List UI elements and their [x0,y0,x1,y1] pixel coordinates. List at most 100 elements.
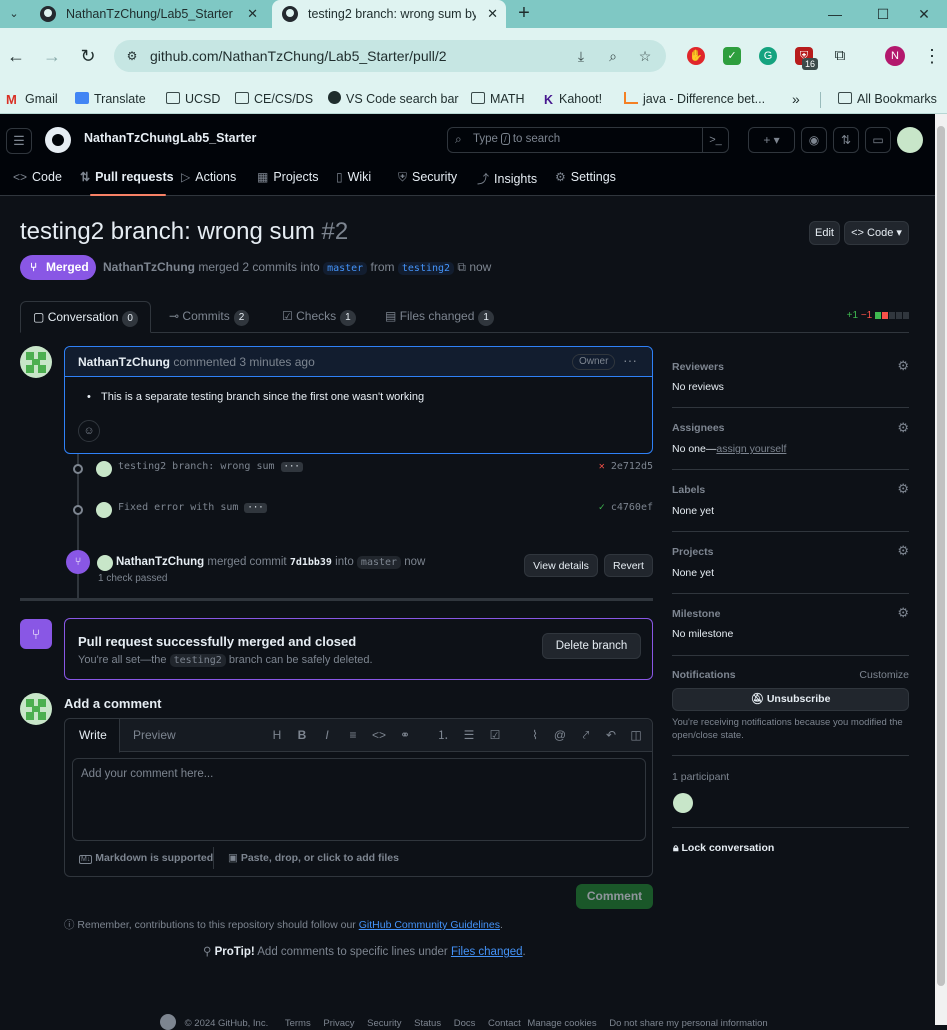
tab-files-changed[interactable]: ▤ Files changed 1 [385,301,494,333]
comment-author[interactable]: NathanTzChung [78,355,170,369]
gear-icon[interactable]: ⚙ [897,605,909,621]
close-icon[interactable]: ✕ [487,0,498,28]
delete-branch-button[interactable]: Delete branch [542,633,641,659]
grammarly-extension-icon[interactable]: G [759,47,777,65]
lock-conversation-link[interactable]: 🔒︎ Lock conversation [673,842,774,855]
customize-link[interactable]: Customize [859,669,909,681]
cross-reference-icon[interactable]: ⤤ [578,727,594,743]
slash-commands-icon[interactable]: ◫ [628,727,644,743]
repo-link[interactable]: Lab5_Starter [180,131,256,145]
tab-commits[interactable]: ⊸ Commits 2 [169,301,250,333]
author-link[interactable]: NathanTzChung [103,260,195,274]
avatar[interactable] [20,693,52,725]
fail-x-icon[interactable]: ✕ [599,461,605,472]
expand-ellipsis-icon[interactable]: ··· [244,503,267,513]
sidebar-heading[interactable]: Milestone [672,608,720,620]
quote-icon[interactable]: ≡ [345,727,361,743]
edit-button[interactable]: Edit [809,221,840,245]
footer-link[interactable]: Privacy [323,1018,354,1029]
footer-link[interactable]: Security [367,1018,401,1029]
gear-icon[interactable]: ⚙ [897,358,909,374]
italic-icon[interactable]: I [319,727,335,743]
window-close-icon[interactable]: ✕ [901,0,947,28]
unordered-list-icon[interactable]: ☰ [461,727,477,743]
tab-settings[interactable]: ⚙ Settings [555,170,616,184]
avatar[interactable] [96,461,112,477]
commit-message[interactable]: testing2 branch: wrong sum [118,461,275,472]
tab-security[interactable]: ⛨ Security [398,170,457,185]
tab-insights[interactable]: ⤴ Insights [477,170,537,187]
tab-checks[interactable]: ☑ Checks 1 [282,301,356,333]
tab-write[interactable]: Write [65,719,120,753]
smiley-icon[interactable]: ☺ [78,420,100,442]
footer-link[interactable]: Docs [454,1018,476,1029]
url-text[interactable]: github.com/NathanTzChung/Lab5_Starter/pu… [150,40,447,72]
issues-icon[interactable]: ◉ [801,127,827,153]
browser-menu-icon[interactable]: ⋮ [920,44,944,68]
checks-status[interactable]: 1 check passed [98,573,168,584]
check-icon[interactable]: ✓ [599,502,605,513]
browser-tab-repo[interactable]: NathanTzChung/Lab5_Starter ✕ [30,0,266,28]
bookmark-math[interactable]: MATH [471,84,525,114]
comment-time[interactable]: commented 3 minutes ago [173,355,314,369]
github-logo-icon[interactable] [45,127,71,153]
assign-yourself-link[interactable]: assign yourself [716,443,786,455]
bookmark-java[interactable]: java - Difference bet... [624,84,765,114]
mention-icon[interactable]: @ [552,727,568,743]
tab-search-chevron-down-icon[interactable]: ⌄ [4,4,24,24]
ordered-list-icon[interactable]: ⒈ [435,727,451,743]
bookmark-gmail[interactable]: M Gmail [6,84,58,114]
address-bar[interactable]: ⚙ github.com/NathanTzChung/Lab5_Starter/… [114,40,666,72]
pull-requests-icon[interactable]: ⇅ [833,127,859,153]
avatar[interactable] [96,502,112,518]
tab-code[interactable]: <> Code [13,170,62,184]
sidebar-heading[interactable]: Labels [672,484,705,496]
footer-link[interactable]: Manage cookies [527,1018,596,1029]
tab-conversation[interactable]: ▢ Conversation 0 [20,301,151,333]
commit-message[interactable]: Fixed error with sum [118,502,238,513]
bookmark-all[interactable]: All Bookmarks [838,84,937,114]
command-palette-icon[interactable]: >_ [702,128,728,152]
reload-icon[interactable]: ↻ [76,44,100,68]
zoom-icon[interactable]: ⌕ [604,47,622,65]
gear-icon[interactable]: ⚙ [897,481,909,497]
commit-sha[interactable]: 2e712d5 [611,461,653,472]
bookmark-ucsd[interactable]: UCSD [166,84,220,114]
gear-icon[interactable]: ⚙ [897,420,909,436]
bookmark-star-icon[interactable]: ☆ [636,47,654,65]
head-branch[interactable]: testing2 [397,262,455,275]
expand-ellipsis-icon[interactable]: ··· [280,462,303,472]
bookmark-vscode[interactable]: VS Code search bar [328,84,459,114]
adblock-extension-icon[interactable]: ✋ [687,47,705,65]
back-arrow-icon[interactable]: ← [4,44,28,68]
markdown-note[interactable]: M↓ Markdown is supported [79,852,213,864]
guidelines-link[interactable]: GitHub Community Guidelines [359,919,500,931]
tab-pull-requests[interactable]: ⇅ Pull requests [80,170,174,184]
user-avatar[interactable] [897,127,923,153]
checkmark-extension-icon[interactable]: ✓ [723,47,741,65]
bookmark-kahoot[interactable]: K Kahoot! [544,84,602,114]
search-input[interactable]: ⌕ Type / to search >_ [447,127,729,153]
tab-preview[interactable]: Preview [133,719,176,752]
browser-tab-pr[interactable]: testing2 branch: wrong sum by ✕ [272,0,506,28]
profile-avatar[interactable]: N [885,46,905,66]
view-details-button[interactable]: View details [524,554,598,577]
heading-icon[interactable]: H [269,727,285,743]
avatar[interactable] [97,555,113,571]
minimize-icon[interactable]: — [812,0,858,28]
install-app-icon[interactable]: ⤓ [572,47,590,65]
comment-textarea[interactable]: Add your comment here... [72,758,646,841]
merge-branch[interactable]: master [356,556,402,569]
code-icon[interactable]: <> [371,727,387,743]
attach-files[interactable]: ▣ Paste, drop, or click to add files [228,852,399,864]
files-changed-link[interactable]: Files changed [451,946,523,958]
kebab-menu-icon[interactable]: ··· [623,352,637,368]
forward-arrow-icon[interactable]: → [40,44,64,68]
avatar[interactable] [20,346,52,378]
close-icon[interactable]: ✕ [247,0,258,28]
copy-icon[interactable]: ⧉ [457,260,466,274]
scrollbar-thumb[interactable] [937,126,945,986]
inbox-icon[interactable]: ▭ [865,127,891,153]
maximize-icon[interactable]: ☐ [860,0,906,28]
create-new-plus-icon[interactable]: + ▾ [748,127,795,153]
